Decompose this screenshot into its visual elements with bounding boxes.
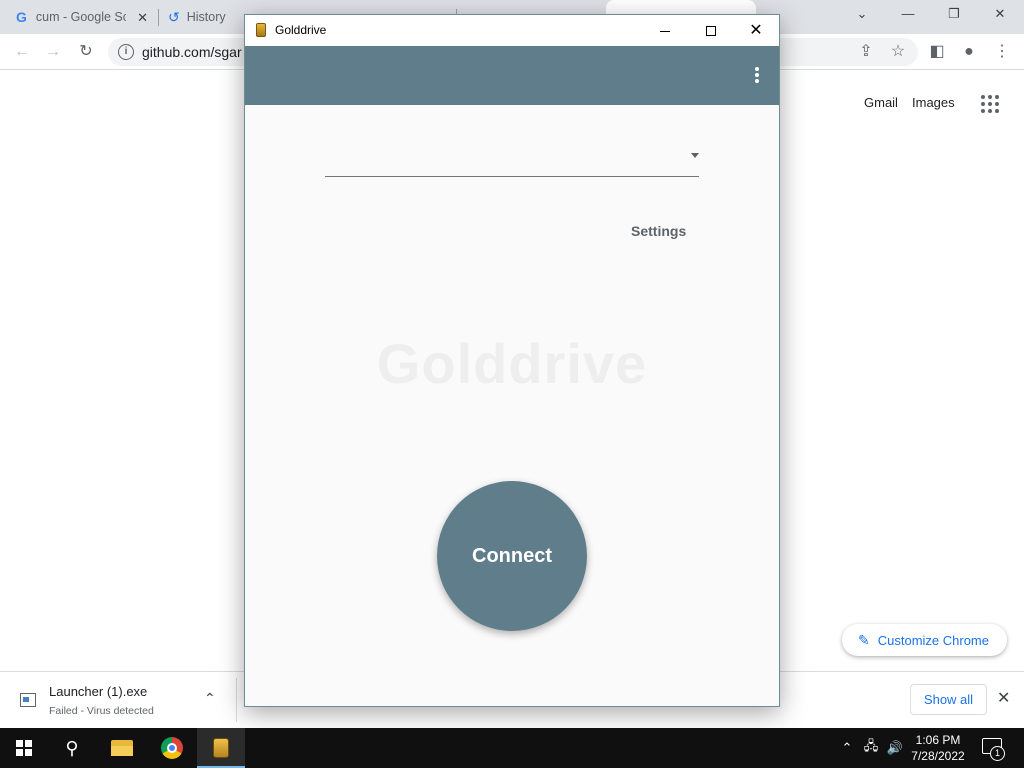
images-link[interactable]: Images <box>912 95 955 110</box>
restore-icon[interactable]: ❐ <box>944 6 964 22</box>
folder-icon <box>111 740 133 756</box>
show-all-button[interactable]: Show all <box>910 684 987 715</box>
file-explorer-button[interactable] <box>98 728 146 768</box>
network-icon[interactable]: 🖧 <box>860 728 882 768</box>
tab-label: History <box>186 10 226 24</box>
minimize-icon <box>660 30 670 32</box>
forward-arrow-icon[interactable]: → <box>42 41 64 63</box>
golddrive-window: Golddrive ✕ Settings Golddrive Connect <box>244 14 780 707</box>
download-filename[interactable]: Launcher (1).exe <box>49 684 147 699</box>
side-panel-icon[interactable]: ◧ <box>926 41 948 63</box>
tab-google-search[interactable]: G cum - Google Sc ✕ <box>16 0 154 34</box>
minimize-button[interactable] <box>642 15 688 46</box>
bookmark-star-icon[interactable]: ☆ <box>887 41 909 63</box>
app-bar <box>245 46 779 105</box>
exe-file-icon <box>20 693 36 707</box>
golddrive-icon <box>213 738 229 758</box>
gmail-link[interactable]: Gmail <box>864 95 898 110</box>
history-icon: ↺ <box>168 8 180 25</box>
close-button[interactable]: ✕ <box>733 15 779 46</box>
chrome-icon <box>161 737 183 759</box>
golddrive-taskbar-button[interactable] <box>197 728 245 768</box>
tray-chevron-up-icon[interactable]: ⌃ <box>838 728 856 768</box>
close-window-icon[interactable]: ✕ <box>990 6 1010 22</box>
window-title: Golddrive <box>275 23 327 37</box>
maximize-icon <box>706 26 716 37</box>
share-icon[interactable]: ⇪ <box>855 41 877 63</box>
maximize-button[interactable] <box>688 15 734 46</box>
site-info-icon[interactable]: i <box>118 44 134 60</box>
windows-logo-icon <box>16 740 32 756</box>
chrome-menu-icon[interactable]: ⋮ <box>991 41 1013 63</box>
search-icon: ⚲ <box>65 737 79 758</box>
system-clock[interactable]: 1:06 PM 7/28/2022 <box>905 732 971 764</box>
tab-divider <box>158 9 159 26</box>
tab-search-chevron-icon[interactable]: ⌄ <box>852 6 872 22</box>
chevron-up-icon[interactable]: ⌃ <box>204 690 216 707</box>
clock-date: 7/28/2022 <box>911 749 965 763</box>
customize-chrome-button[interactable]: ✎ Customize Chrome <box>842 624 1007 656</box>
window-titlebar: Golddrive ✕ <box>245 15 779 46</box>
customize-chrome-label: Customize Chrome <box>877 632 989 648</box>
url-text: github.com/sgar <box>142 44 242 60</box>
notification-count-badge: 1 <box>990 746 1005 761</box>
shelf-divider <box>236 678 237 722</box>
settings-link[interactable]: Settings <box>631 223 686 239</box>
profile-avatar-icon[interactable]: ● <box>958 41 980 63</box>
reload-icon[interactable]: ↻ <box>75 41 97 63</box>
clock-time: 1:06 PM <box>915 733 961 747</box>
close-icon[interactable]: ✕ <box>137 10 148 26</box>
download-status: Failed - Virus detected <box>49 705 154 717</box>
app-watermark: Golddrive <box>376 332 648 395</box>
close-shelf-icon[interactable]: ✕ <box>997 688 1010 708</box>
search-button[interactable]: ⚲ <box>48 728 96 768</box>
dropdown-caret-icon <box>691 153 699 158</box>
pencil-icon: ✎ <box>858 631 870 648</box>
tab-history[interactable]: ↺ History <box>168 0 246 34</box>
drive-select[interactable] <box>325 145 699 177</box>
google-g-icon: G <box>16 9 27 25</box>
close-icon: ✕ <box>749 22 763 39</box>
tab-label: cum - Google Sc <box>35 10 126 24</box>
connect-button[interactable]: Connect <box>437 481 587 631</box>
windows-taskbar: ⚲ ⌃ 🖧 🔊 1:06 PM 7/28/2022 1 <box>0 728 1024 768</box>
volume-icon[interactable]: 🔊 <box>884 728 906 768</box>
more-options-icon[interactable] <box>751 67 763 85</box>
golddrive-app-icon <box>256 23 266 37</box>
start-button[interactable] <box>0 728 48 768</box>
minimize-icon[interactable]: — <box>898 6 918 21</box>
google-apps-grid-icon[interactable] <box>981 95 999 113</box>
chrome-taskbar-button[interactable] <box>148 728 196 768</box>
back-arrow-icon[interactable]: ← <box>11 41 33 63</box>
